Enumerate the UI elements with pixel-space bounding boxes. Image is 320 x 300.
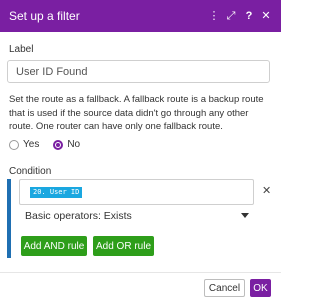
condition-field[interactable]: 20. User ID bbox=[19, 179, 254, 205]
help-icon[interactable]: ? bbox=[242, 8, 256, 24]
label-input[interactable]: User ID Found bbox=[7, 60, 270, 83]
cancel-button[interactable]: Cancel bbox=[204, 279, 245, 297]
fallback-description: Set the route as a fallback. A fallback … bbox=[9, 94, 264, 132]
dialog-header: Set up a filter ⋮ ⤢ ? ✕ bbox=[0, 0, 281, 32]
expand-icon[interactable]: ⤢ bbox=[224, 8, 238, 24]
kebab-menu-icon[interactable]: ⋮ bbox=[207, 8, 221, 24]
ok-button[interactable]: OK bbox=[250, 279, 271, 297]
fallback-no-radio[interactable] bbox=[53, 139, 64, 150]
add-or-rule-button[interactable]: Add OR rule bbox=[93, 236, 154, 256]
dialog-title: Set up a filter bbox=[9, 9, 80, 23]
filter-dialog: Set up a filter ⋮ ⤢ ? ✕ Label User ID Fo… bbox=[0, 0, 281, 300]
condition-heading: Condition bbox=[9, 166, 52, 177]
fallback-yes-radio[interactable] bbox=[9, 139, 19, 150]
fallback-yes-label[interactable]: Yes bbox=[23, 139, 39, 150]
add-and-rule-button[interactable]: Add AND rule bbox=[21, 236, 87, 256]
fallback-no-label[interactable]: No bbox=[67, 139, 80, 150]
fallback-radio-group: Yes No bbox=[9, 139, 94, 150]
chevron-down-icon[interactable] bbox=[241, 213, 249, 218]
condition-bar bbox=[7, 179, 11, 258]
operator-select[interactable]: Basic operators: Exists bbox=[25, 210, 132, 222]
close-icon[interactable]: ✕ bbox=[259, 8, 273, 24]
footer-divider bbox=[0, 272, 281, 273]
condition-token[interactable]: 20. User ID bbox=[30, 187, 83, 198]
remove-condition-icon[interactable]: ✕ bbox=[262, 184, 271, 197]
label-heading: Label bbox=[9, 44, 34, 55]
